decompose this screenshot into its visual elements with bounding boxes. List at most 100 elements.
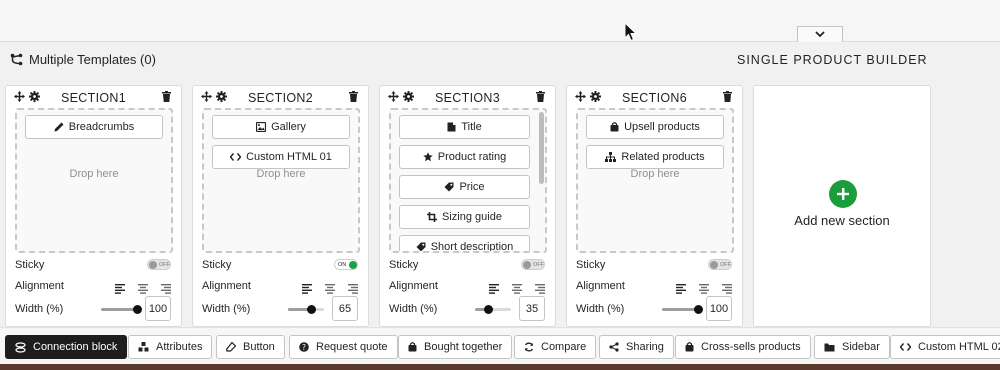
sticky-label: Sticky [389,259,419,271]
chip-cross-sells-products[interactable]: Cross-sells products [675,335,811,359]
sticky-toggle[interactable]: OFF [708,259,732,270]
question-circle-icon: ? [299,342,309,352]
align-center-icon[interactable] [324,281,336,294]
block-custom-html[interactable]: Custom HTML 01 [212,145,350,169]
share-icon [609,342,619,352]
width-slider[interactable] [288,305,324,314]
tag-icon [444,182,454,192]
align-center-icon[interactable] [137,281,149,294]
chevron-down-icon [815,31,825,38]
code-icon [900,343,911,351]
gear-icon[interactable] [403,91,414,102]
sticky-toggle[interactable]: OFF [147,259,171,270]
drop-here-label: Drop here [630,168,680,180]
sync-icon [524,342,534,352]
sticky-label: Sticky [202,259,232,271]
align-right-icon[interactable] [159,281,171,294]
code-icon [230,153,242,161]
move-icon[interactable] [14,91,25,102]
add-new-section-card[interactable]: Add new section [753,85,931,327]
align-left-icon[interactable] [676,281,688,294]
block-upsell-products[interactable]: Upsell products [586,115,724,139]
collapse-toggle[interactable] [797,26,843,42]
block-related-products[interactable]: Related products [586,145,724,169]
block-sizing-guide[interactable]: Sizing guide [399,205,530,229]
width-input[interactable]: 65 [332,296,358,321]
gear-icon[interactable] [216,91,227,102]
trash-icon[interactable] [536,91,545,102]
plus-icon[interactable] [829,180,857,208]
trash-icon[interactable] [723,91,732,102]
builder-header: Multiple Templates (0) SINGLE PRODUCT BU… [0,43,1000,77]
block-short-description[interactable]: Short description [399,235,530,251]
align-center-icon[interactable] [698,281,710,294]
folder-icon [824,343,835,351]
sticky-toggle[interactable]: OFF [521,259,545,270]
chip-button[interactable]: Button [216,335,285,359]
align-right-icon[interactable] [720,281,732,294]
top-bar [0,0,1000,42]
sticky-label: Sticky [576,259,606,271]
block-product-rating[interactable]: Product rating [399,145,530,169]
section-card: SECTION6 Upsell products Related product… [566,85,743,327]
chip-connection-block[interactable]: Connection block [5,335,128,359]
width-input[interactable]: 100 [145,296,171,321]
block-title[interactable]: Title [399,115,530,139]
move-icon[interactable] [575,91,586,102]
drop-zone[interactable]: Breadcrumbs Drop here [15,108,173,253]
align-left-icon[interactable] [115,281,127,294]
gear-icon[interactable] [590,91,601,102]
trash-icon[interactable] [349,91,358,102]
bag-icon [610,122,619,132]
align-left-icon[interactable] [302,281,314,294]
width-slider[interactable] [662,305,703,314]
chip-sharing[interactable]: Sharing [599,335,674,359]
branch-icon [10,53,23,66]
width-input[interactable]: 35 [519,296,545,321]
chip-request-quote[interactable]: ? Request quote [289,335,398,359]
pen-icon [54,122,64,132]
background-strip [0,364,1000,370]
bag-icon [408,342,417,352]
chip-bought-together[interactable]: Bought together [398,335,513,359]
multiple-templates-link[interactable]: Multiple Templates (0) [10,52,156,67]
align-left-icon[interactable] [489,281,501,294]
heading-icon [447,122,456,132]
sticky-toggle[interactable]: ON [334,259,358,270]
mouse-cursor-icon [624,22,638,42]
block-breadcrumbs[interactable]: Breadcrumbs [25,115,163,139]
chip-custom-html-02[interactable]: Custom HTML 02 [890,335,1000,359]
drop-zone[interactable]: Upsell products Related products Drop he… [576,108,734,253]
chip-attributes[interactable]: Attributes [128,335,213,359]
move-icon[interactable] [388,91,399,102]
block-library-bar: Connection block Attributes Button ? Req… [0,327,1000,364]
align-right-icon[interactable] [533,281,545,294]
image-icon [256,122,267,132]
sticky-label: Sticky [15,259,45,271]
width-slider[interactable] [475,305,511,314]
section-card: SECTION3 Title Product rating Price Sizi… [379,85,556,327]
alignment-label: Alignment [15,280,64,292]
alignment-label: Alignment [576,280,625,292]
star-icon [423,152,433,162]
builder-label: SINGLE PRODUCT BUILDER [737,53,928,67]
drop-zone[interactable]: Gallery Custom HTML 01 Drop here [202,108,360,253]
connection-icon [15,341,26,353]
chip-sidebar[interactable]: Sidebar [814,335,890,359]
drop-here-label: Drop here [69,168,119,180]
trash-icon[interactable] [162,91,171,102]
block-price[interactable]: Price [399,175,530,199]
block-gallery[interactable]: Gallery [212,115,350,139]
gear-icon[interactable] [29,91,40,102]
width-slider[interactable] [101,305,142,314]
drop-zone[interactable]: Title Product rating Price Sizing guide … [389,108,547,253]
move-icon[interactable] [201,91,212,102]
align-center-icon[interactable] [511,281,523,294]
width-label: Width (%) [15,303,64,315]
align-right-icon[interactable] [346,281,358,294]
chip-compare[interactable]: Compare [514,335,597,359]
section-card: SECTION2 Gallery Custom HTML 01 Drop her… [192,85,369,327]
width-input[interactable]: 100 [706,296,732,321]
scrollbar[interactable] [539,112,544,184]
section-title: SECTION2 [248,91,313,105]
